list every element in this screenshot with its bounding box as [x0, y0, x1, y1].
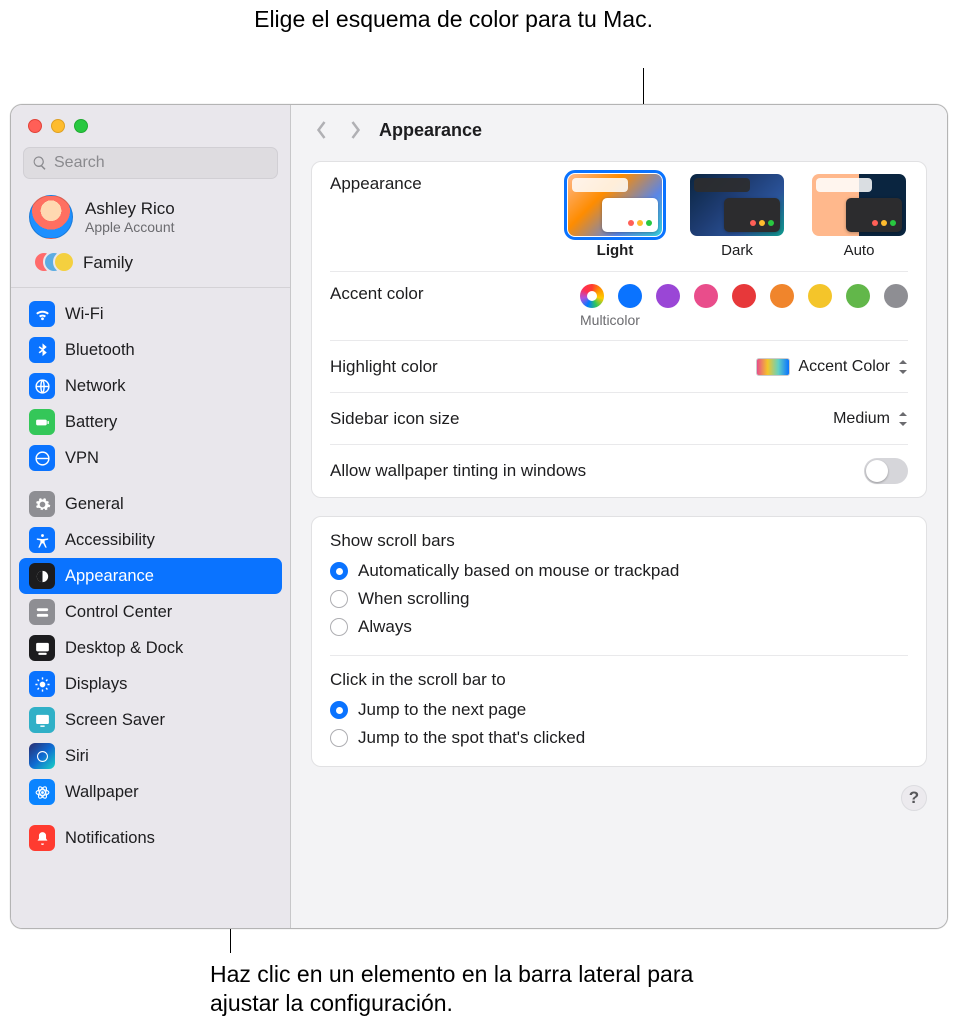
click-radio-next-page[interactable]: Jump to the next page	[330, 696, 908, 724]
accent-color-row	[580, 284, 908, 308]
family-icon	[33, 251, 69, 275]
search-input[interactable]: Search	[23, 147, 278, 179]
appearance-option-dark[interactable]: Dark	[688, 174, 786, 259]
scrollbars-title: Show scroll bars	[330, 517, 908, 557]
titlebar: Appearance	[291, 105, 947, 155]
sidebar-item-screen-saver[interactable]: Screen Saver	[19, 702, 282, 738]
highlight-popup[interactable]: Accent Color	[756, 358, 908, 376]
radio-icon	[330, 590, 348, 608]
dock-icon	[29, 635, 55, 661]
callout-line	[643, 68, 644, 106]
appearance-option-auto[interactable]: Auto	[810, 174, 908, 259]
appearance-panel: Appearance Light Dark Auto	[311, 161, 927, 498]
appearance-label: Appearance	[330, 174, 422, 194]
zoom-button[interactable]	[74, 119, 88, 133]
sidebar-item-displays[interactable]: Displays	[19, 666, 282, 702]
sidebar-item-bluetooth[interactable]: Bluetooth	[19, 332, 282, 368]
bluetooth-icon	[29, 337, 55, 363]
close-button[interactable]	[28, 119, 42, 133]
scroll-radio-always[interactable]: Always	[330, 613, 908, 641]
vpn-icon	[29, 445, 55, 471]
accent-yellow[interactable]	[808, 284, 832, 308]
main-content: Appearance Appearance Light Dark	[291, 105, 947, 928]
sidebar: Search Ashley Rico Apple Account Family …	[11, 105, 291, 928]
search-icon	[32, 155, 48, 171]
displays-icon	[29, 671, 55, 697]
window-controls	[11, 105, 290, 143]
appearance-icon	[29, 563, 55, 589]
forward-button[interactable]	[345, 120, 365, 140]
tinting-toggle[interactable]	[864, 458, 908, 484]
wifi-icon	[29, 301, 55, 327]
callout-top: Elige el esquema de color para tu Mac.	[253, 5, 653, 34]
accent-multicolor[interactable]	[580, 284, 604, 308]
avatar	[29, 195, 73, 239]
dark-thumb	[690, 174, 784, 236]
sidebar-item-accessibility[interactable]: Accessibility	[19, 522, 282, 558]
siri-icon	[29, 743, 55, 769]
sidebar-item-network[interactable]: Network	[19, 368, 282, 404]
auto-thumb	[812, 174, 906, 236]
click-radio-jump-spot[interactable]: Jump to the spot that's clicked	[330, 724, 908, 752]
accent-red[interactable]	[732, 284, 756, 308]
chevron-updown-icon	[898, 412, 908, 426]
sidebar-size-label: Sidebar icon size	[330, 409, 459, 429]
sidebar-item-appearance[interactable]: Appearance	[19, 558, 282, 594]
help-button[interactable]: ?	[901, 785, 927, 811]
tinting-label: Allow wallpaper tinting in windows	[330, 461, 586, 481]
page-title: Appearance	[379, 120, 482, 141]
sidebar-item-wallpaper[interactable]: Wallpaper	[19, 774, 282, 810]
sidebar-nav: Wi-Fi Bluetooth Network Battery VPN Gene…	[11, 294, 290, 924]
accent-orange[interactable]	[770, 284, 794, 308]
accent-selected-label: Multicolor	[580, 312, 640, 328]
click-scroll-title: Click in the scroll bar to	[330, 656, 908, 696]
account-row[interactable]: Ashley Rico Apple Account	[11, 189, 290, 245]
account-name: Ashley Rico	[85, 199, 175, 219]
sidebar-item-siri[interactable]: Siri	[19, 738, 282, 774]
sidebar-item-vpn[interactable]: VPN	[19, 440, 282, 476]
network-icon	[29, 373, 55, 399]
sidebar-item-notifications[interactable]: Notifications	[19, 820, 282, 856]
sidebar-item-desktop-dock[interactable]: Desktop & Dock	[19, 630, 282, 666]
back-button[interactable]	[311, 120, 331, 140]
sidebar-item-battery[interactable]: Battery	[19, 404, 282, 440]
minimize-button[interactable]	[51, 119, 65, 133]
account-sub: Apple Account	[85, 219, 175, 235]
gear-icon	[29, 491, 55, 517]
control-center-icon	[29, 599, 55, 625]
radio-icon	[330, 618, 348, 636]
accent-purple[interactable]	[656, 284, 680, 308]
family-label: Family	[83, 253, 133, 273]
highlight-swatch	[756, 358, 790, 376]
accessibility-icon	[29, 527, 55, 553]
system-settings-window: Search Ashley Rico Apple Account Family …	[10, 104, 948, 929]
family-row[interactable]: Family	[11, 245, 290, 288]
highlight-label: Highlight color	[330, 357, 438, 377]
accent-blue[interactable]	[618, 284, 642, 308]
accent-graphite[interactable]	[884, 284, 908, 308]
radio-icon	[330, 729, 348, 747]
chevron-updown-icon	[898, 360, 908, 374]
screen-saver-icon	[29, 707, 55, 733]
radio-icon	[330, 701, 348, 719]
wallpaper-icon	[29, 779, 55, 805]
sidebar-item-control-center[interactable]: Control Center	[19, 594, 282, 630]
sidebar-item-general[interactable]: General	[19, 486, 282, 522]
accent-label: Accent color	[330, 284, 424, 304]
notifications-icon	[29, 825, 55, 851]
scroll-radio-auto[interactable]: Automatically based on mouse or trackpad	[330, 557, 908, 585]
sidebar-size-popup[interactable]: Medium	[833, 410, 908, 428]
accent-pink[interactable]	[694, 284, 718, 308]
accent-green[interactable]	[846, 284, 870, 308]
search-placeholder: Search	[54, 154, 105, 172]
battery-icon	[29, 409, 55, 435]
sidebar-item-wifi[interactable]: Wi-Fi	[19, 296, 282, 332]
light-thumb	[568, 174, 662, 236]
callout-bottom: Haz clic en un elemento en la barra late…	[210, 960, 710, 1018]
scroll-radio-when-scrolling[interactable]: When scrolling	[330, 585, 908, 613]
radio-icon	[330, 562, 348, 580]
scroll-panel: Show scroll bars Automatically based on …	[311, 516, 927, 767]
appearance-option-light[interactable]: Light	[566, 174, 664, 259]
